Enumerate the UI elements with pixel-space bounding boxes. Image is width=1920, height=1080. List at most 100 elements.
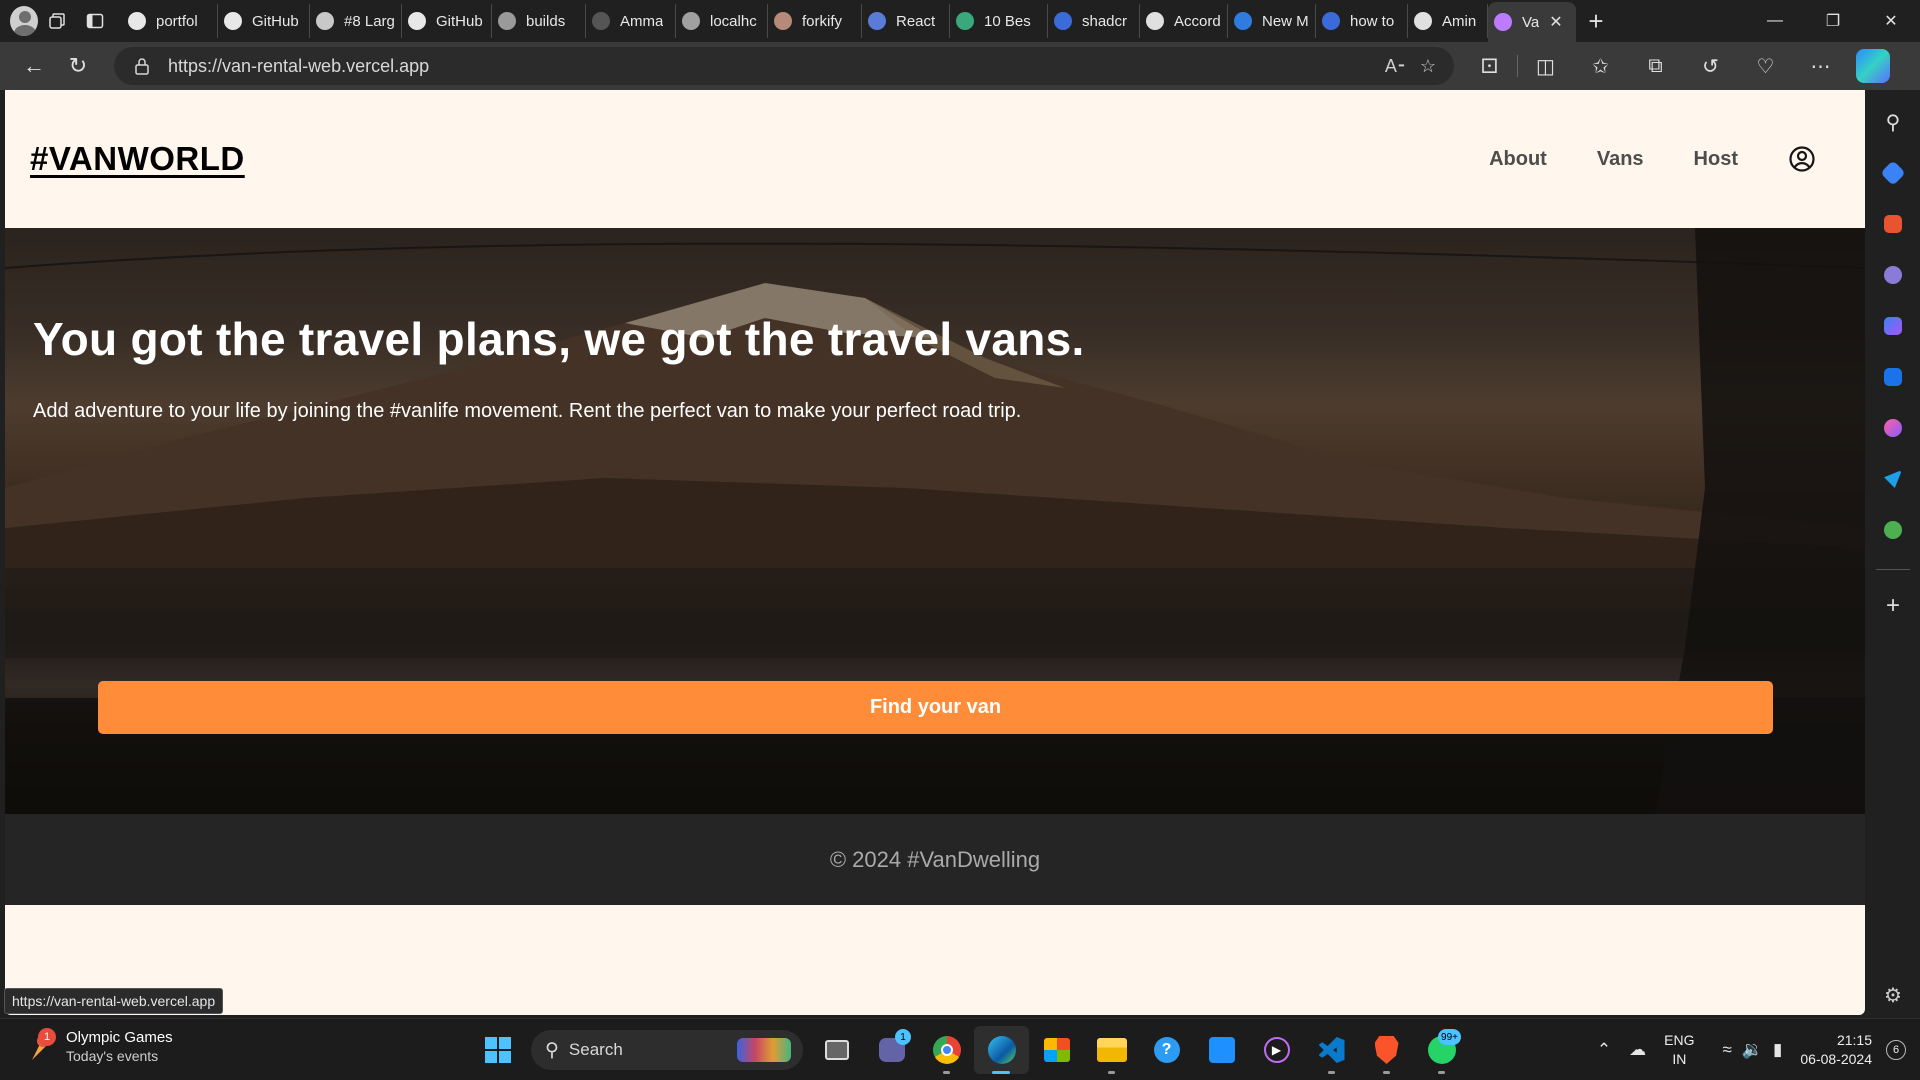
- refresh-icon: ↻: [68, 53, 88, 78]
- tab[interactable]: New M: [1228, 4, 1316, 38]
- tab[interactable]: Amin E: [1408, 4, 1488, 38]
- puzzle-icon: ⚀: [1480, 55, 1499, 78]
- favorite-star-icon[interactable]: ☆: [1420, 56, 1436, 77]
- sidebar-tools-button[interactable]: [1873, 204, 1913, 244]
- tab[interactable]: #8 Larg: [310, 4, 402, 38]
- account-button[interactable]: [1788, 145, 1816, 173]
- tab[interactable]: 10 Bes: [950, 4, 1048, 38]
- tab-title: Amin E: [1442, 12, 1481, 30]
- address-bar[interactable]: https://van-rental-web.vercel.app A⁃ ☆: [114, 47, 1454, 85]
- show-hidden-icons-chevron[interactable]: ⌃: [1597, 1040, 1611, 1060]
- workspaces-button[interactable]: [38, 0, 76, 42]
- copilot-icon[interactable]: [1856, 49, 1890, 83]
- tab[interactable]: Amma: [586, 4, 676, 38]
- chat-icon: [592, 12, 610, 30]
- split-screen-button[interactable]: ◫: [1518, 46, 1573, 86]
- chrome-app[interactable]: [919, 1026, 974, 1074]
- edge-sidebar: ⚲ + ⚙: [1866, 90, 1920, 1018]
- tree-icon: [1884, 521, 1902, 539]
- store-app[interactable]: [1029, 1026, 1084, 1074]
- tab[interactable]: GitHub: [402, 4, 492, 38]
- sidebar-drop-button[interactable]: [1873, 459, 1913, 499]
- tab[interactable]: shadcr: [1048, 4, 1140, 38]
- battery-icon[interactable]: ▮: [1773, 1040, 1782, 1060]
- taskbar-search-box[interactable]: ⚲ Search: [531, 1030, 803, 1070]
- teams-app[interactable]: 1: [864, 1026, 919, 1074]
- notification-count-badge[interactable]: 6: [1886, 1040, 1906, 1060]
- close-window-button[interactable]: ✕: [1862, 0, 1920, 42]
- read-aloud-icon[interactable]: A⁃: [1385, 56, 1406, 77]
- media-player-app[interactable]: ▶: [1249, 1026, 1304, 1074]
- user-circle-icon: [1789, 146, 1815, 172]
- whatsapp-badge: 99+: [1438, 1029, 1461, 1045]
- pe-icon: [316, 12, 334, 30]
- sidebar-designer-button[interactable]: [1873, 408, 1913, 448]
- wifi-icon[interactable]: ≈: [1723, 1040, 1732, 1060]
- hero-section: You got the travel plans, we got the tra…: [5, 228, 1865, 814]
- start-button[interactable]: [470, 1026, 525, 1074]
- page-icon: [1414, 12, 1432, 30]
- restore-button[interactable]: ❐: [1804, 0, 1862, 42]
- file-explorer-app[interactable]: [1084, 1026, 1139, 1074]
- sidebar-search-button[interactable]: ⚲: [1873, 102, 1913, 142]
- sidebar-add-button[interactable]: +: [1873, 586, 1913, 626]
- onedrive-cloud-icon[interactable]: ☁: [1629, 1040, 1646, 1060]
- tab[interactable]: builds: [492, 4, 586, 38]
- tab[interactable]: forkify: [768, 4, 862, 38]
- hero-subtitle: Add adventure to your life by joining th…: [33, 400, 1022, 422]
- sidebar-tree-button[interactable]: [1873, 510, 1913, 550]
- refresh-button[interactable]: ↻: [56, 46, 100, 86]
- site-footer: © 2024 #VanDwelling: [5, 814, 1865, 905]
- site-logo[interactable]: #VANWORLD: [30, 140, 245, 178]
- close-tab-icon[interactable]: ✕: [1549, 12, 1562, 32]
- tab[interactable]: GitHub: [218, 4, 310, 38]
- tab-title: localhc: [710, 12, 757, 30]
- profile-button[interactable]: [0, 0, 38, 42]
- sidebar-outlook-button[interactable]: [1873, 357, 1913, 397]
- minimize-button[interactable]: —: [1746, 0, 1804, 42]
- github-icon: [224, 12, 242, 30]
- task-view-button[interactable]: [809, 1026, 864, 1074]
- tab-title: shadcr: [1082, 12, 1128, 30]
- back-button[interactable]: ←: [12, 46, 56, 86]
- myhp-app[interactable]: [1194, 1026, 1249, 1074]
- sidebar-games-button[interactable]: [1873, 255, 1913, 295]
- find-your-van-button[interactable]: Find your van: [98, 681, 1773, 734]
- new-tab-button[interactable]: +: [1576, 6, 1616, 37]
- sidebar-copilot-button[interactable]: [1873, 306, 1913, 346]
- volume-icon[interactable]: 🔉: [1742, 1040, 1763, 1060]
- sidebar-shopping-button[interactable]: [1873, 153, 1913, 193]
- extensions-button[interactable]: ⚀: [1462, 46, 1517, 86]
- nav-host-link[interactable]: Host: [1694, 148, 1738, 171]
- edge-app[interactable]: [974, 1026, 1029, 1074]
- history-button[interactable]: ↺: [1683, 46, 1738, 86]
- tab-active[interactable]: Va ✕: [1488, 2, 1576, 42]
- whatsapp-app[interactable]: 99+: [1414, 1026, 1469, 1074]
- nav-about-link[interactable]: About: [1489, 148, 1547, 171]
- collections-button[interactable]: ⧉: [1628, 46, 1683, 86]
- vertical-tabs-button[interactable]: [76, 0, 114, 42]
- url-text[interactable]: https://van-rental-web.vercel.app: [168, 56, 1385, 77]
- clock[interactable]: 21:15 06-08-2024: [1800, 1031, 1872, 1069]
- widgets-button[interactable]: 1 Olympic Games Today's events: [26, 1027, 173, 1064]
- tab[interactable]: Accord: [1140, 4, 1228, 38]
- sidebar-settings-icon[interactable]: ⚙: [1884, 983, 1902, 1008]
- widgets-title: Olympic Games: [66, 1029, 173, 1046]
- folder-icon: [1096, 1038, 1127, 1062]
- tab-title: React: [896, 12, 936, 30]
- browser-essentials-button[interactable]: ♡: [1738, 46, 1793, 86]
- brave-app[interactable]: [1359, 1026, 1414, 1074]
- input-language-indicator[interactable]: ENG IN: [1664, 1031, 1694, 1069]
- vscode-app[interactable]: [1304, 1026, 1359, 1074]
- favorites-button[interactable]: ✩: [1573, 46, 1628, 86]
- tab[interactable]: localhc: [676, 4, 768, 38]
- tab[interactable]: portfol: [122, 4, 218, 38]
- nav-vans-link[interactable]: Vans: [1597, 148, 1644, 171]
- get-help-app[interactable]: ?: [1139, 1026, 1194, 1074]
- more-options-button[interactable]: ⋯: [1793, 46, 1848, 86]
- tab[interactable]: React: [862, 4, 950, 38]
- tab[interactable]: how to: [1316, 4, 1408, 38]
- hero-title: You got the travel plans, we got the tra…: [33, 313, 1085, 365]
- history-icon: ↺: [1702, 55, 1719, 78]
- tab-list: portfol GitHub #8 Larg GitHub builds Amma loca…: [122, 0, 1576, 42]
